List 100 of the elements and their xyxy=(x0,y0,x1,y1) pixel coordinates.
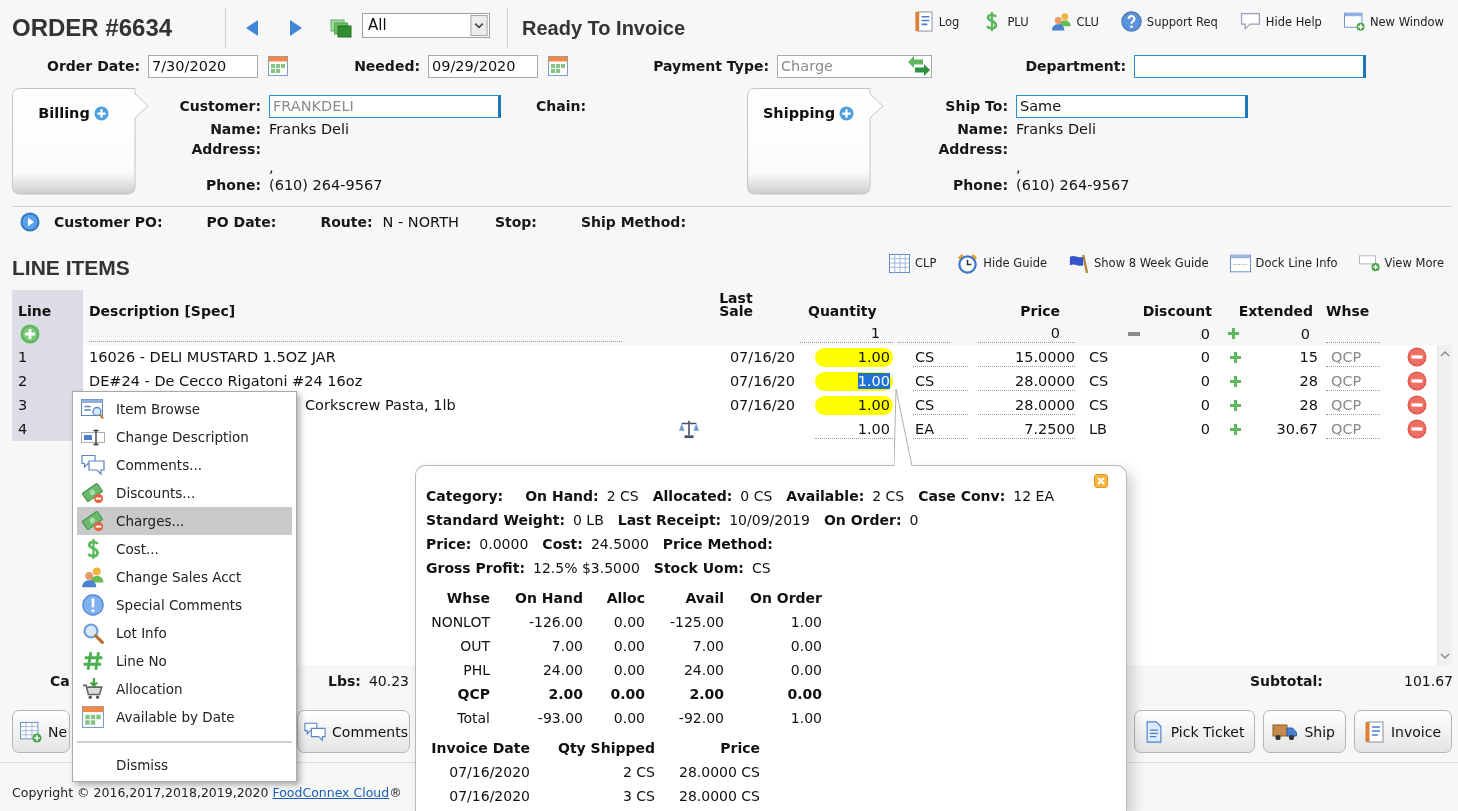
toolbar-link[interactable]: Support Req xyxy=(1120,11,1218,32)
speech-bubbles-icon xyxy=(304,720,327,743)
action-button[interactable]: Invoice xyxy=(1353,710,1452,753)
chevron-down-icon[interactable] xyxy=(1440,653,1450,659)
menu-item[interactable]: Item Browse xyxy=(77,395,292,423)
action-button[interactable]: Pick Ticket xyxy=(1133,710,1256,753)
play-circle-icon[interactable] xyxy=(20,212,40,232)
column-header: Avail xyxy=(685,589,724,608)
plus-icon[interactable] xyxy=(1230,423,1241,435)
toolbar-link[interactable]: Hide Guide xyxy=(957,252,1047,274)
minus-icon[interactable] xyxy=(1128,331,1140,336)
quantity-field[interactable]: 1.00 xyxy=(815,371,893,391)
unit-field[interactable]: CS xyxy=(913,395,968,415)
minus-circle-icon[interactable] xyxy=(1407,395,1427,415)
people-icon xyxy=(1050,11,1072,32)
field-label: Route: xyxy=(320,214,373,230)
price-field[interactable]: 15.0000 xyxy=(978,347,1075,367)
action-button[interactable]: Comments xyxy=(297,710,410,753)
menu-item[interactable]: Line No xyxy=(77,647,292,675)
toolbar-link[interactable]: CLU xyxy=(1050,11,1099,32)
plus-circle-icon[interactable] xyxy=(839,105,855,121)
menu-item[interactable]: Comments... xyxy=(77,451,292,479)
unit-field[interactable]: CS xyxy=(913,347,968,367)
section-tab[interactable]: Shipping xyxy=(747,88,884,195)
warehouse-field[interactable]: QCP xyxy=(1326,419,1380,439)
unit-field[interactable]: EA xyxy=(913,419,968,439)
arrow-left-icon[interactable] xyxy=(245,19,259,37)
table-cell-text: QCP xyxy=(457,685,490,704)
toolbar-link[interactable]: Log xyxy=(912,11,960,32)
people-icon xyxy=(81,566,105,588)
plus-icon[interactable] xyxy=(1230,399,1241,411)
toolbar-link[interactable]: View More xyxy=(1358,252,1444,274)
action-button[interactable]: Ship xyxy=(1263,710,1346,753)
menu-item[interactable]: Special Comments xyxy=(77,591,292,619)
table-cell-text: 07/16/2020 xyxy=(449,763,530,782)
arrow-right-icon[interactable] xyxy=(289,19,303,37)
toolbar-link[interactable]: PLU xyxy=(981,11,1029,32)
quantity-field[interactable]: 1.00 xyxy=(815,347,893,367)
toolbar-link[interactable]: Hide Help xyxy=(1239,11,1322,32)
close-icon[interactable] xyxy=(1094,474,1108,488)
toolbar-link[interactable]: CLP xyxy=(889,252,937,274)
price-field[interactable]: 7.2500 xyxy=(978,419,1075,439)
scale-icon[interactable] xyxy=(678,419,700,439)
menu-item[interactable]: Lot Info xyxy=(77,619,292,647)
warehouse-field[interactable]: QCP xyxy=(1326,395,1380,415)
plus-icon[interactable] xyxy=(1230,375,1241,387)
menu-item[interactable]: Change Sales Acct xyxy=(77,563,292,591)
info-value: 0 CS xyxy=(740,487,773,506)
price-field[interactable]: 28.0000 xyxy=(978,395,1075,415)
menu-item[interactable]: Charges... xyxy=(77,507,292,535)
action-button[interactable]: Ne xyxy=(12,710,71,753)
toolbar-link[interactable]: Show 8 Week Guide xyxy=(1068,252,1209,274)
warehouse-field[interactable]: QCP xyxy=(1326,347,1380,367)
unit-field[interactable]: CS xyxy=(913,371,968,391)
toolbar-link[interactable]: Dock Line Info xyxy=(1229,252,1338,274)
price-field[interactable]: 0 xyxy=(978,324,1075,343)
plus-icon[interactable] xyxy=(1230,351,1241,363)
minus-circle-icon[interactable] xyxy=(1407,371,1427,391)
stacked-squares-icon[interactable] xyxy=(330,18,352,38)
input-field[interactable]: 09/29/2020 xyxy=(428,54,538,78)
table-cell-text: OUT xyxy=(460,637,490,656)
field-value: N - NORTH xyxy=(382,214,459,230)
table-cell-text: 7.00 xyxy=(692,637,724,656)
section-tab[interactable]: Billing xyxy=(12,88,149,195)
extended-amount: 15 xyxy=(1299,349,1318,365)
filter-select[interactable]: All xyxy=(362,12,490,38)
plus-circle-icon[interactable] xyxy=(93,105,109,121)
quantity-field[interactable]: 1 xyxy=(800,324,893,343)
minus-circle-icon[interactable] xyxy=(1407,347,1427,367)
alarm-clock-icon xyxy=(957,252,979,274)
scrollbar[interactable] xyxy=(1437,345,1452,665)
quantity-field[interactable]: 1.00 xyxy=(815,395,893,415)
quantity-field[interactable]: 1.00 xyxy=(815,419,893,439)
table-cell-text: 0.00 xyxy=(790,661,822,680)
field-label: Address: xyxy=(191,141,261,157)
chevron-up-icon[interactable] xyxy=(1440,351,1450,357)
calendar-icon[interactable] xyxy=(268,56,288,76)
field-label: Customer PO: xyxy=(54,214,163,230)
minus-circle-icon[interactable] xyxy=(1407,419,1427,439)
site-link[interactable]: FoodConnex Cloud xyxy=(272,785,390,800)
table-cell-text: PHL xyxy=(463,661,490,680)
menu-item[interactable]: Available by Date xyxy=(77,703,292,731)
calendar-icon[interactable] xyxy=(548,56,568,76)
exclamation-icon xyxy=(81,594,105,616)
plus-circle-icon[interactable] xyxy=(20,323,40,344)
input-field[interactable]: Same xyxy=(1016,94,1248,118)
menu-item[interactable]: Dismiss xyxy=(77,751,292,779)
menu-item[interactable]: Allocation xyxy=(77,675,292,703)
table-cell-text: -126.00 xyxy=(528,613,583,632)
caret-down-icon[interactable] xyxy=(470,14,488,36)
toolbar-link[interactable]: New Window xyxy=(1343,11,1444,32)
plus-icon[interactable] xyxy=(1228,328,1239,339)
price-field[interactable]: 28.0000 xyxy=(978,371,1075,391)
warehouse-field[interactable]: QCP xyxy=(1326,371,1380,391)
menu-item[interactable]: Change Description xyxy=(77,423,292,451)
input-field[interactable]: 7/30/2020 xyxy=(148,54,258,78)
info-label: Price Method: xyxy=(662,535,773,554)
menu-item[interactable]: Discounts... xyxy=(77,479,292,507)
menu-item[interactable]: Cost... xyxy=(77,535,292,563)
input-field[interactable] xyxy=(1134,54,1366,78)
